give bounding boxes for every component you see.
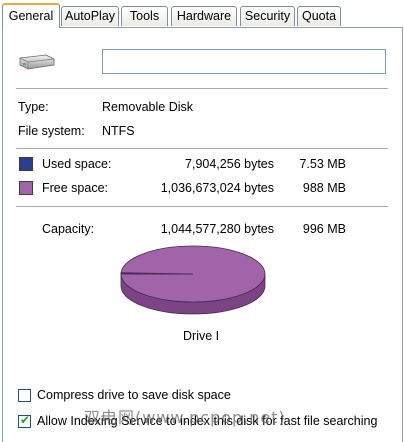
used-space-label: Used space: bbox=[42, 157, 112, 171]
separator bbox=[16, 206, 388, 207]
file-system-value: NTFS bbox=[102, 124, 135, 138]
used-space-size: 7.53 MB bbox=[299, 157, 346, 171]
allow-indexing-checkbox[interactable]: ✔ bbox=[18, 413, 31, 428]
free-space-swatch bbox=[19, 181, 33, 195]
free-space-size: 988 MB bbox=[302, 181, 346, 195]
capacity-size: 996 MB bbox=[302, 222, 346, 236]
tab-autoplay[interactable]: AutoPlay bbox=[61, 6, 119, 26]
free-space-label: Free space: bbox=[42, 181, 109, 195]
watermark: 双电网(www.pcpop.net) bbox=[84, 408, 286, 427]
capacity-label: Capacity: bbox=[42, 222, 95, 236]
tab-quota[interactable]: Quota bbox=[297, 6, 341, 26]
used-space-bytes: 7,904,256 bytes bbox=[185, 157, 274, 171]
tab-general[interactable]: General bbox=[2, 3, 60, 28]
compress-drive-checkbox[interactable] bbox=[18, 389, 31, 402]
tab-bar: General AutoPlay Tools Hardware Security… bbox=[0, 0, 404, 30]
free-space-bytes: 1,036,673,024 bytes bbox=[160, 181, 274, 195]
file-system-label: File system: bbox=[18, 124, 85, 138]
removable-drive-icon bbox=[19, 54, 55, 70]
separator bbox=[16, 88, 388, 89]
capacity-bytes: 1,044,577,280 bytes bbox=[160, 222, 274, 236]
used-space-swatch bbox=[19, 157, 33, 171]
tab-security[interactable]: Security bbox=[240, 6, 295, 26]
type-label: Type: bbox=[18, 100, 49, 114]
drive-caption: Drive I bbox=[183, 329, 220, 343]
disk-usage-pie-chart bbox=[120, 245, 266, 315]
drive-label-input[interactable] bbox=[102, 49, 386, 74]
tab-tools[interactable]: Tools bbox=[121, 6, 168, 26]
compress-drive-label[interactable]: Compress drive to save disk space bbox=[37, 388, 231, 402]
type-value: Removable Disk bbox=[102, 100, 194, 114]
drive-properties-window: General AutoPlay Tools Hardware Security… bbox=[0, 0, 404, 442]
tab-hardware[interactable]: Hardware bbox=[171, 6, 237, 26]
separator bbox=[16, 148, 388, 149]
